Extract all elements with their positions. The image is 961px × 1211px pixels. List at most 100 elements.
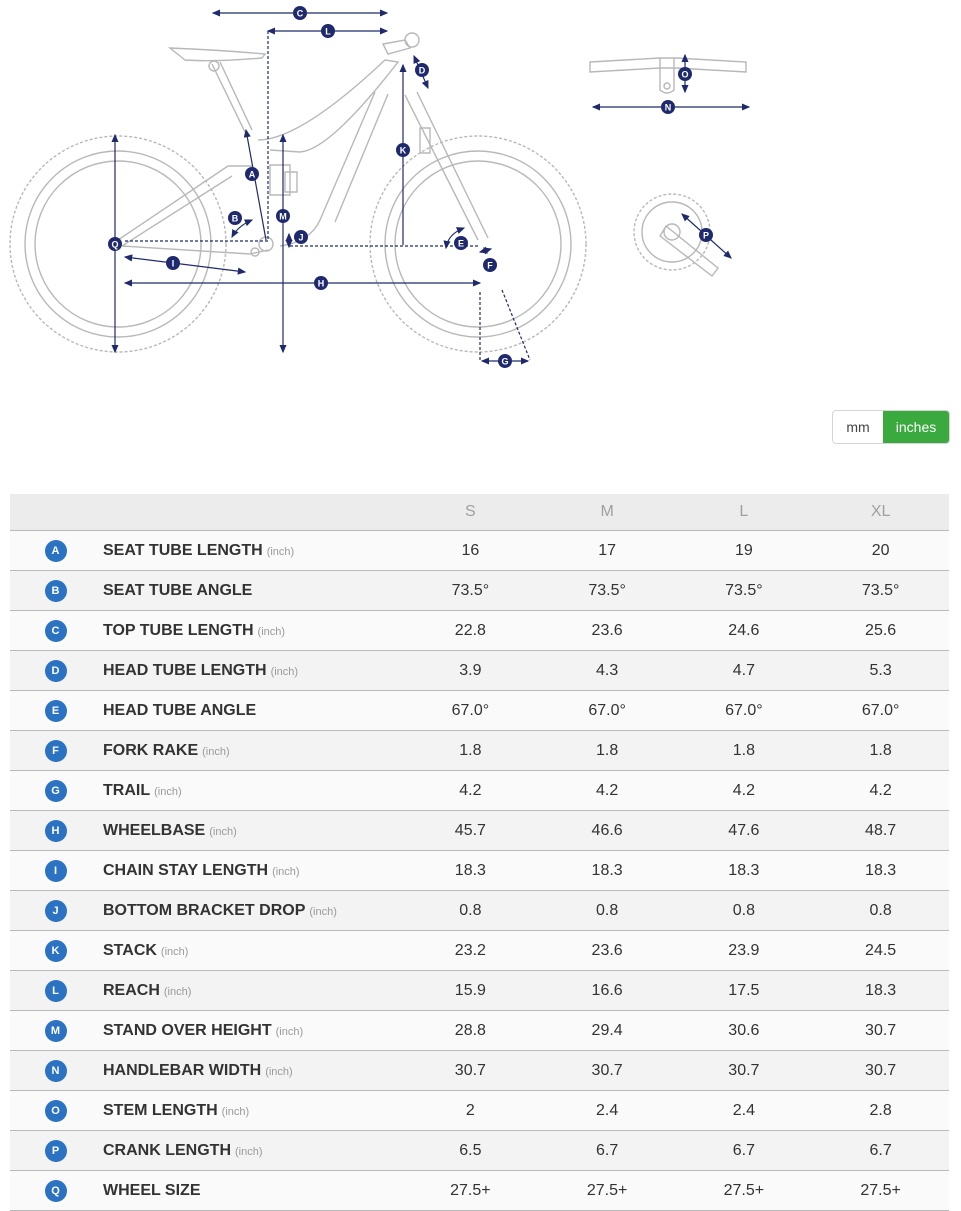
marker-cell: Q bbox=[10, 1170, 102, 1211]
measurement-label: STAND OVER HEIGHT (inch) bbox=[102, 1010, 402, 1051]
measurement-unit: (inch) bbox=[154, 785, 182, 798]
size-value: 30.7 bbox=[812, 1050, 949, 1091]
measurement-unit: (inch) bbox=[257, 625, 286, 638]
diagram-marker-c: C bbox=[293, 6, 307, 20]
measurement-unit: (inch) bbox=[275, 1025, 304, 1038]
marker-badge: M bbox=[44, 1019, 67, 1042]
header-badge-col bbox=[10, 494, 102, 531]
saddle bbox=[167, 47, 267, 62]
measurement-unit: (inch) bbox=[272, 865, 300, 878]
marker-badge: O bbox=[44, 1099, 67, 1122]
diagram-marker-f: F bbox=[483, 258, 497, 272]
measurement-label: STACK (inch) bbox=[102, 930, 402, 971]
size-value: 46.6 bbox=[538, 810, 676, 851]
size-value: 23.6 bbox=[538, 610, 676, 651]
svg-text:A: A bbox=[249, 170, 256, 180]
size-value: 23.2 bbox=[402, 930, 539, 971]
marker-badge: N bbox=[44, 1059, 67, 1082]
measurement-label: TOP TUBE LENGTH (inch) bbox=[102, 610, 402, 651]
measurement-name: SEAT TUBE ANGLE bbox=[103, 581, 253, 599]
marker-cell: D bbox=[10, 650, 102, 691]
measurement-name: HANDLEBAR WIDTH bbox=[103, 1061, 262, 1079]
size-value: 28.8 bbox=[402, 1010, 539, 1051]
size-value: 19 bbox=[675, 530, 813, 571]
size-value: 0.8 bbox=[538, 890, 676, 931]
measurement-name: TOP TUBE LENGTH bbox=[103, 621, 254, 639]
measurement-unit: (inch) bbox=[266, 545, 295, 558]
table-row: H WHEELBASE (inch) 45.7 46.6 47.6 48.7 bbox=[10, 810, 949, 851]
svg-text:M: M bbox=[279, 212, 287, 222]
size-value: 2.8 bbox=[812, 1090, 949, 1131]
measurement-name: CHAIN STAY LENGTH bbox=[103, 861, 269, 879]
table-row: F FORK RAKE (inch) 1.8 1.8 1.8 1.8 bbox=[10, 730, 949, 771]
size-value: 18.3 bbox=[812, 850, 949, 891]
measurement-label: SEAT TUBE ANGLE bbox=[102, 570, 402, 611]
measurement-label: REACH (inch) bbox=[102, 970, 402, 1011]
measurement-name: TRAIL bbox=[103, 781, 151, 799]
table-row: L REACH (inch) 15.9 16.6 17.5 18.3 bbox=[10, 970, 949, 1011]
bike-geometry-diagram: A B C D E F G H I J K L M N O P Q bbox=[9, 6, 751, 368]
size-value: 0.8 bbox=[812, 890, 949, 931]
size-value: 48.7 bbox=[812, 810, 949, 851]
marker-cell: O bbox=[10, 1090, 102, 1131]
table-row: P CRANK LENGTH (inch) 6.5 6.7 6.7 6.7 bbox=[10, 1130, 949, 1171]
size-value: 4.2 bbox=[675, 770, 813, 811]
size-value: 6.7 bbox=[675, 1130, 813, 1171]
measurement-unit: (inch) bbox=[160, 945, 189, 958]
table-row: B SEAT TUBE ANGLE 73.5° 73.5° 73.5° 73.5° bbox=[10, 570, 949, 611]
size-value: 23.6 bbox=[538, 930, 676, 971]
table-row: M STAND OVER HEIGHT (inch) 28.8 29.4 30.6 30.7 bbox=[10, 1010, 949, 1051]
measurement-label: HEAD TUBE ANGLE bbox=[102, 690, 402, 731]
marker-badge: Q bbox=[44, 1179, 67, 1202]
diagram-marker-l: L bbox=[321, 24, 335, 38]
marker-cell: C bbox=[10, 610, 102, 651]
size-value: 73.5° bbox=[402, 570, 539, 611]
size-value: 18.3 bbox=[675, 850, 813, 891]
size-value: 4.2 bbox=[402, 770, 539, 811]
unit-inches-button[interactable]: inches bbox=[883, 411, 949, 443]
size-value: 45.7 bbox=[402, 810, 539, 851]
size-value: 4.2 bbox=[812, 770, 949, 811]
marker-cell: L bbox=[10, 970, 102, 1011]
diagram-marker-p: P bbox=[699, 228, 713, 242]
diagram-marker-j: J bbox=[294, 230, 308, 244]
size-value: 67.0° bbox=[538, 690, 676, 731]
measurement-name: CRANK LENGTH bbox=[103, 1141, 231, 1159]
diagram-marker-q: Q bbox=[108, 237, 122, 251]
chainring bbox=[633, 193, 711, 271]
size-value: 30.7 bbox=[812, 1010, 949, 1051]
diagram-marker-o: O bbox=[678, 67, 692, 81]
measurement-name: WHEELBASE bbox=[103, 821, 206, 839]
measurement-label: FORK RAKE (inch) bbox=[102, 730, 402, 771]
measurement-label: STEM LENGTH (inch) bbox=[102, 1090, 402, 1131]
marker-cell: E bbox=[10, 690, 102, 731]
svg-text:Q: Q bbox=[111, 240, 118, 250]
measurement-name: HEAD TUBE LENGTH bbox=[103, 661, 267, 679]
size-value: 30.6 bbox=[675, 1010, 813, 1051]
marker-cell: I bbox=[10, 850, 102, 891]
size-value: 18.3 bbox=[812, 970, 949, 1011]
marker-badge: G bbox=[44, 779, 67, 802]
size-value: 17 bbox=[538, 530, 676, 571]
size-value: 67.0° bbox=[812, 690, 949, 731]
svg-text:C: C bbox=[297, 9, 304, 19]
marker-badge: B bbox=[44, 579, 67, 602]
svg-text:E: E bbox=[458, 239, 464, 249]
diagram-marker-k: K bbox=[396, 143, 410, 157]
svg-text:K: K bbox=[400, 146, 407, 156]
top-tube bbox=[257, 59, 400, 153]
size-value: 6.7 bbox=[538, 1130, 676, 1171]
svg-text:J: J bbox=[298, 233, 303, 243]
table-row: G TRAIL (inch) 4.2 4.2 4.2 4.2 bbox=[10, 770, 949, 811]
svg-text:N: N bbox=[665, 103, 672, 113]
size-value: 73.5° bbox=[538, 570, 676, 611]
marker-badge: D bbox=[44, 659, 67, 682]
marker-cell: A bbox=[10, 530, 102, 571]
unit-mm-button[interactable]: mm bbox=[833, 411, 883, 443]
size-value: 73.5° bbox=[675, 570, 813, 611]
diagram-marker-a: A bbox=[245, 167, 259, 181]
fork bbox=[404, 91, 489, 241]
size-value: 30.7 bbox=[675, 1050, 813, 1091]
table-row: D HEAD TUBE LENGTH (inch) 3.9 4.3 4.7 5.3 bbox=[10, 650, 949, 691]
size-value: 2 bbox=[402, 1090, 539, 1131]
